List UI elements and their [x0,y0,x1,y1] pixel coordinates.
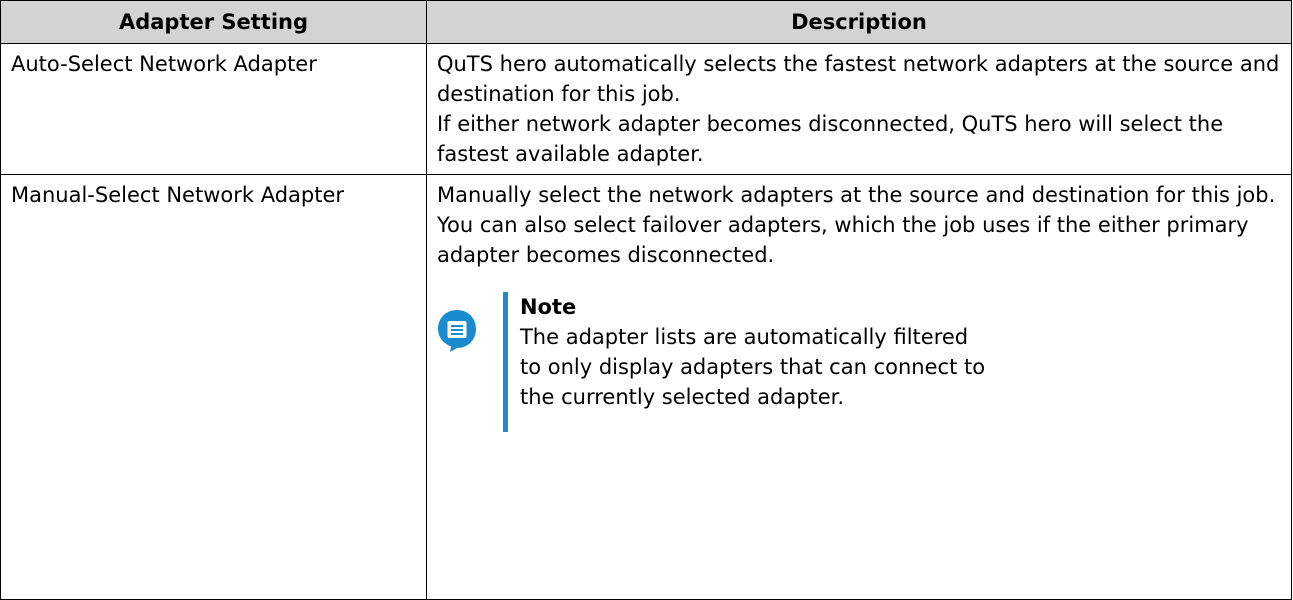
note-icon-container [437,292,489,361]
table-row: Manual-Select Network Adapter Manually s… [0,174,1293,600]
header-adapter-setting: Adapter Setting [0,0,427,44]
description-paragraph: If either network adapter becomes discon… [436,112,1224,166]
description-cell: QuTS hero automatically selects the fast… [425,43,1293,175]
note-title: Note [519,295,577,319]
table-row: Auto-Select Network Adapter QuTS hero au… [0,43,1293,175]
setting-cell: Auto-Select Network Adapter [0,43,427,175]
note-body: Note The adapter lists are automatically… [520,292,1281,412]
table-header-row: Adapter Setting Description [0,0,1293,44]
note-speech-bubble-icon [437,310,476,352]
note-text: The adapter lists are automatically filt… [519,325,986,409]
description-cell: Manually select the network adapters at … [425,174,1293,600]
setting-cell: Manual-Select Network Adapter [0,174,427,600]
header-description: Description [425,0,1293,44]
description-paragraph: QuTS hero automatically selects the fast… [436,52,1280,106]
adapter-settings-table: Adapter Setting Description Auto-Select … [0,0,1293,600]
note-callout: Note The adapter lists are automatically… [437,292,1281,432]
description-paragraph: Manually select the network adapters at … [436,183,1276,267]
note-accent-bar [502,292,508,432]
